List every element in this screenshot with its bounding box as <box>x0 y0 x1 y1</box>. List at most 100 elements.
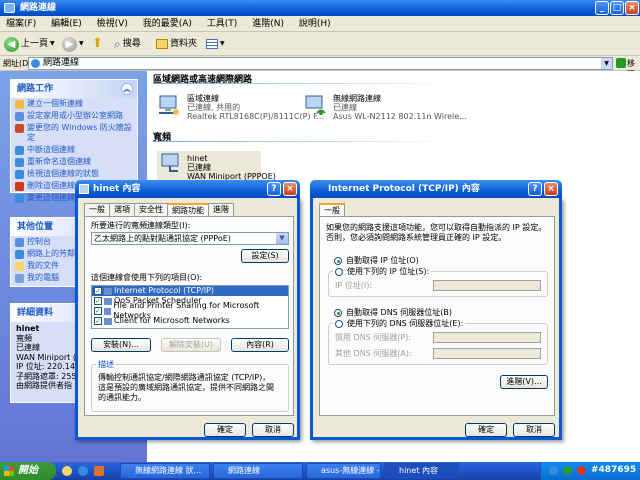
forward-arrow-icon: ▶ <box>62 36 77 52</box>
lan-connection-icon <box>157 93 181 117</box>
back-arrow-icon: ◀ <box>4 36 19 52</box>
close-button[interactable]: × <box>625 1 639 15</box>
settings-button[interactable]: 設定(S) <box>241 249 289 263</box>
task-home-network[interactable]: 設定家用或小型辦公室網路 <box>11 110 137 122</box>
network-tray-icon[interactable] <box>549 466 558 475</box>
search-button[interactable]: ⌕ 搜尋 <box>114 35 141 53</box>
tab-networking[interactable]: 網路功能 <box>167 203 209 217</box>
menu-edit[interactable]: 編輯(E) <box>45 16 88 32</box>
advanced-button[interactable]: 進階(V)... <box>500 375 548 389</box>
help-button[interactable]: ? <box>267 182 281 196</box>
menu-help[interactable]: 說明(H) <box>293 16 337 32</box>
close-button[interactable]: × <box>283 182 297 196</box>
go-arrow-icon[interactable] <box>616 58 626 68</box>
quicklaunch-icon[interactable] <box>62 466 72 476</box>
address-dropdown-icon[interactable]: ▼ <box>601 58 612 69</box>
auto-dns-radio[interactable] <box>334 309 342 317</box>
intro-text: 如果您的網路支援這項功能，您可以取得自動指派的 IP 設定。否則，您必須詢問網路… <box>326 223 547 242</box>
preferred-dns-field[interactable] <box>433 332 541 343</box>
close-button[interactable]: × <box>544 182 558 196</box>
firewall-icon <box>15 124 24 133</box>
task-firewall[interactable]: 變更您的 Windows 防火牆設定 <box>11 122 137 144</box>
cancel-button[interactable]: 取消 <box>252 423 294 437</box>
task-status[interactable]: 檢視這個連線的狀態 <box>11 168 137 180</box>
auto-ip-radio[interactable] <box>334 257 342 265</box>
quicklaunch-icon[interactable] <box>78 466 88 476</box>
menu-file[interactable]: 檔案(F) <box>0 16 42 32</box>
connection-type-label: 所要進行的寬頻連線類型(I): <box>91 221 191 230</box>
auto-dns-label[interactable]: 自動取得 DNS 伺服器位址(B) <box>346 308 452 318</box>
manual-ip-label[interactable]: 使用下列的 IP 位址(S): <box>345 267 432 277</box>
manual-ip-radio[interactable] <box>335 268 343 276</box>
collapse-icon[interactable]: ︽ <box>121 83 133 95</box>
forward-button[interactable]: ▶ ▼ <box>62 35 84 53</box>
back-button[interactable]: ◀ 上一頁 ▼ <box>4 35 55 53</box>
help-button[interactable]: ? <box>528 182 542 196</box>
description-text: 傳輸控制通訊協定/網際網路通訊協定 (TCP/IP)，這是預設的廣域網路通訊協定… <box>98 373 274 402</box>
views-button[interactable]: ▼ <box>206 35 225 53</box>
checkbox[interactable]: ✓ <box>94 317 102 325</box>
taskbar-item-wifi-status[interactable]: 無線網路連線 狀... <box>120 463 210 479</box>
disconnect-icon <box>15 146 24 155</box>
taskbar-item-network-connections[interactable]: 網路連線 <box>213 463 303 479</box>
ok-button[interactable]: 確定 <box>465 423 507 437</box>
alternate-dns-field[interactable] <box>433 348 541 359</box>
start-button[interactable]: 開始 <box>0 462 56 480</box>
tab-advanced[interactable]: 進階 <box>208 203 234 216</box>
network-tasks-header[interactable]: 網路工作 ︽ <box>11 80 137 98</box>
connection-type-value: 乙太網路上的點對點通訊協定 (PPPoE) <box>94 234 231 243</box>
tab-options[interactable]: 選項 <box>109 203 135 216</box>
checkbox[interactable]: ✓ <box>94 287 102 295</box>
install-button[interactable]: 安裝(N)... <box>91 338 151 352</box>
address-input[interactable]: 網路連線 ▼ <box>28 57 613 70</box>
task-new-connection[interactable]: 建立一個新連線 <box>11 98 137 110</box>
task-rename[interactable]: 重新命名這個連線 <box>11 156 137 168</box>
tab-security[interactable]: 安全性 <box>134 203 168 216</box>
alternate-dns-label: 其他 DNS 伺服器(A): <box>335 349 412 358</box>
wifi-name: 無線網路連線 <box>333 94 381 103</box>
dialog-titlebar[interactable]: Internet Protocol (TCP/IP) 內容 ? × <box>310 180 562 198</box>
connection-type-select[interactable]: 乙太網路上的點對點通訊協定 (PPPoE) ▼ <box>91 232 289 245</box>
security-tray-icon[interactable] <box>577 466 586 475</box>
folders-button[interactable]: 資料夾 <box>156 35 197 53</box>
folder-icon <box>156 39 168 49</box>
manual-dns-radio[interactable] <box>335 320 343 328</box>
taskbar-item-hinet-properties[interactable]: hinet 內容 <box>384 463 459 479</box>
dialog-title: Internet Protocol (TCP/IP) 內容 <box>328 184 480 194</box>
components-list[interactable]: ✓ Internet Protocol (TCP/IP) ✓ QoS Packet … <box>91 285 289 329</box>
task-disconnect[interactable]: 中斷這個連線 <box>11 144 137 156</box>
auto-ip-label[interactable]: 自動取得 IP 位址(O) <box>346 256 419 266</box>
menu-advanced[interactable]: 進階(N) <box>246 16 290 32</box>
window-titlebar[interactable]: 網路連線 _ □ × <box>0 0 640 16</box>
menu-favorites[interactable]: 我的最愛(A) <box>137 16 198 32</box>
ok-button[interactable]: 確定 <box>204 423 246 437</box>
checkbox[interactable]: ✓ <box>94 297 102 305</box>
menu-view[interactable]: 檢視(V) <box>91 16 134 32</box>
properties-button[interactable]: 內容(R) <box>231 338 289 352</box>
search-icon: ⌕ <box>114 37 121 51</box>
minimize-button[interactable]: _ <box>595 1 609 15</box>
up-folder-button[interactable]: ⬆ <box>92 35 103 53</box>
list-item-file-sharing[interactable]: ✓ File and Printer Sharing for Microsoft … <box>92 301 288 320</box>
uninstall-button[interactable]: 解除安裝(U) <box>161 338 221 352</box>
list-item-tcpip[interactable]: ✓ Internet Protocol (TCP/IP) <box>92 286 288 296</box>
address-value: 網路連線 <box>43 58 80 68</box>
maximize-button[interactable]: □ <box>610 1 624 15</box>
dialog-titlebar[interactable]: hinet 內容 ? × <box>75 180 300 198</box>
cancel-button[interactable]: 取消 <box>513 423 555 437</box>
taskbar-item-asus-wireless[interactable]: asus-無線連線 - ... <box>306 463 381 479</box>
quicklaunch-icon[interactable] <box>94 466 104 476</box>
network-globe-icon <box>31 59 40 68</box>
menu-tools[interactable]: 工具(T) <box>201 16 244 32</box>
manual-dns-label[interactable]: 使用下列的 DNS 伺服器位址(E): <box>345 319 466 329</box>
taskbar: 開始 無線網路連線 狀... 網路連線 asus-無線連線 - ... hine… <box>0 462 640 480</box>
tab-general[interactable]: 一般 <box>319 203 345 217</box>
checkbox[interactable]: ✓ <box>94 307 102 315</box>
dialog-title: hinet 內容 <box>93 184 141 194</box>
wireless-tray-icon[interactable] <box>563 466 572 475</box>
start-label: 開始 <box>18 465 38 476</box>
back-label: 上一頁 <box>21 39 49 49</box>
chevron-down-icon[interactable]: ▼ <box>276 233 288 244</box>
ip-address-field[interactable] <box>433 280 541 291</box>
tab-general[interactable]: 一般 <box>84 203 110 216</box>
